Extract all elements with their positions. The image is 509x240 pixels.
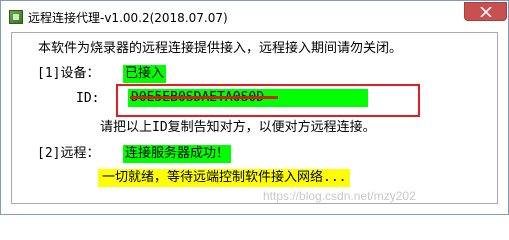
device-status: 已接入 [123, 65, 167, 83]
device-label: [1]设备： [37, 66, 100, 81]
window-title: 远程连接代理-v1.00.2(2018.07.07) [28, 11, 228, 25]
content-panel: 本软件为烧录器的远程连接提供接入，远程接入期间请勿关闭。 [1]设备： 已接入 … [11, 32, 498, 204]
app-window: 远程连接代理-v1.00.2(2018.07.07) 本软件为烧录器的远程连接提… [0, 0, 509, 215]
app-icon [9, 10, 23, 24]
remote-detail: 一切就绪，等待远端控制软件接入网络... [98, 169, 351, 187]
remote-label: [2]远程： [37, 146, 100, 161]
intro-text: 本软件为烧录器的远程连接提供接入，远程接入期间请勿关闭。 [38, 41, 403, 56]
watermark-text: https://blog.csdn.net/mzy202 [263, 189, 416, 203]
close-icon [480, 7, 492, 17]
close-button[interactable] [464, 2, 507, 21]
id-label: ID: [76, 91, 100, 106]
remote-status: 连接服务器成功！ [123, 145, 232, 163]
id-hint-text: 请把以上ID复制告知对方，以便对方远程连接。 [100, 120, 376, 135]
redaction-line [130, 96, 278, 99]
title-bar[interactable]: 远程连接代理-v1.00.2(2018.07.07) [1, 1, 508, 31]
